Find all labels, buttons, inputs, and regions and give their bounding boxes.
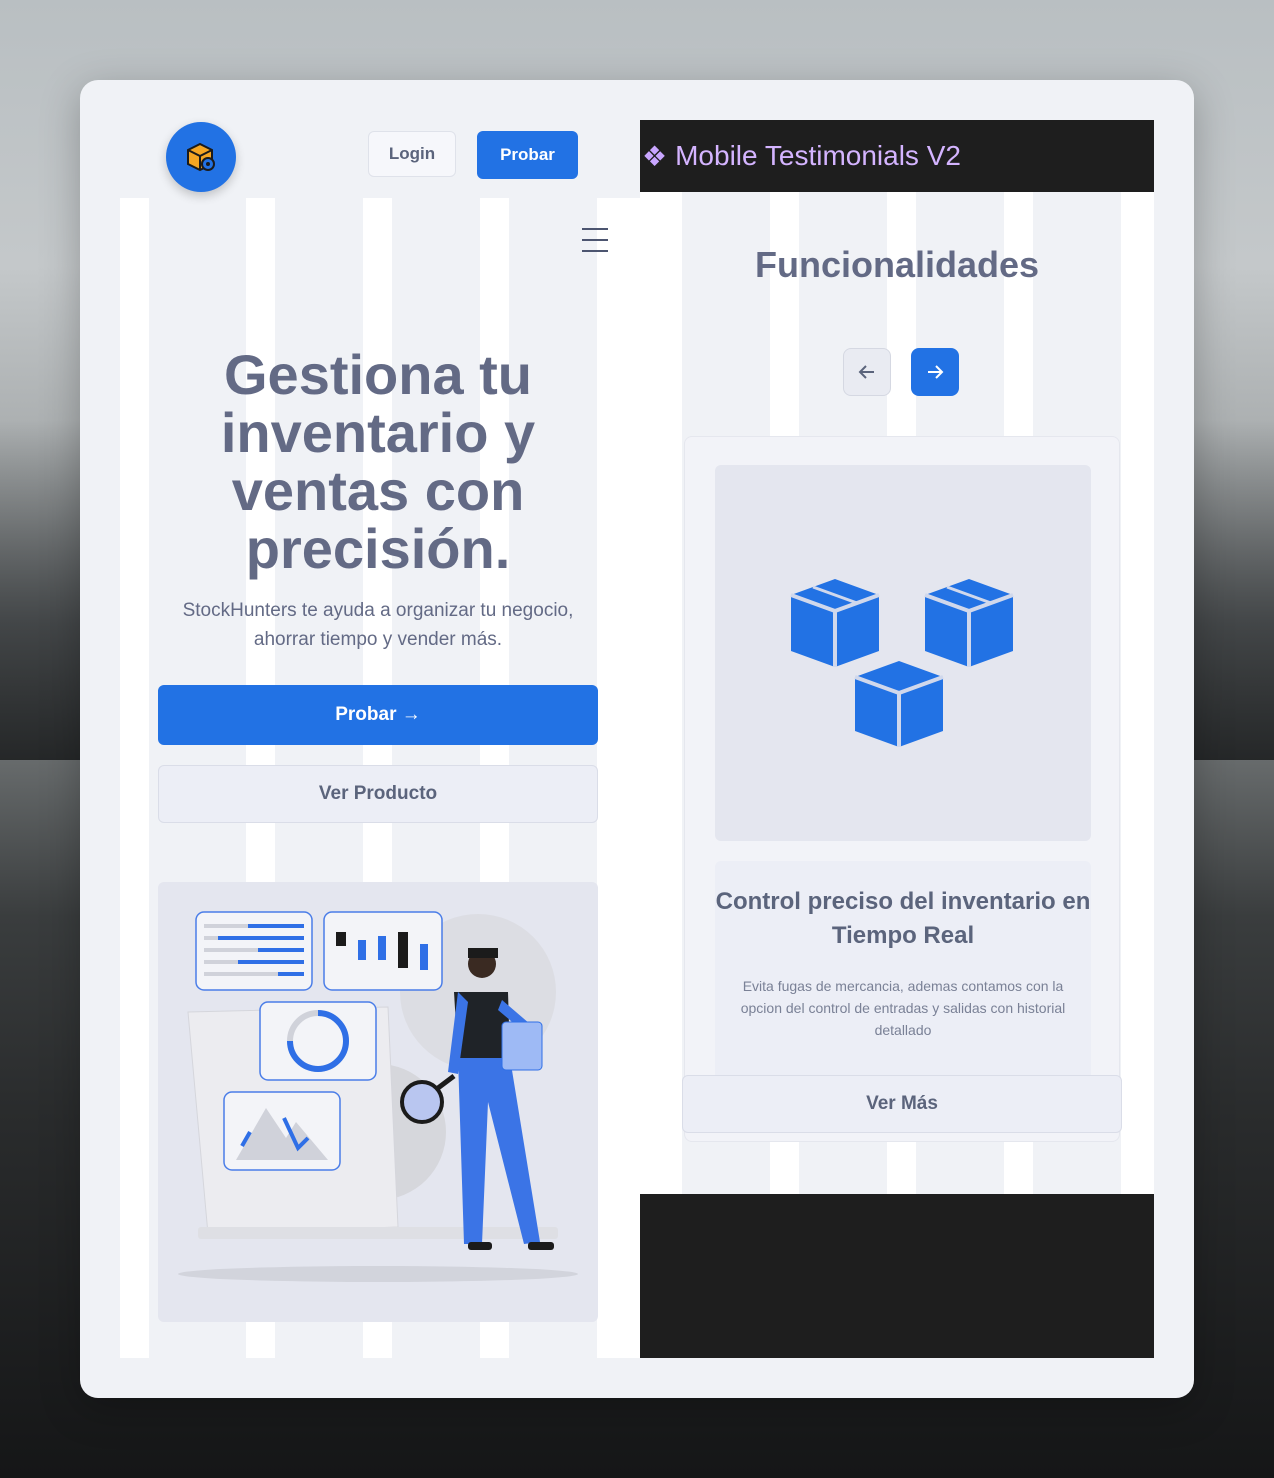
probar-top-button[interactable]: Probar <box>477 131 578 179</box>
hero-illustration <box>158 882 598 1322</box>
arrow-right-icon <box>928 365 944 379</box>
box-gear-icon <box>187 142 215 172</box>
frame-title: Mobile Testimonials V2 <box>675 140 961 171</box>
arrow-left-icon <box>858 365 874 379</box>
preview-card: Login Probar Gestiona tu inventario y ve… <box>80 80 1194 1398</box>
hero-subtitle: StockHunters te ayuda a organizar tu neg… <box>182 600 574 650</box>
feature-description: Evita fugas de mercancia, ademas contamo… <box>740 978 1066 1038</box>
boxes-icon <box>790 579 1014 747</box>
feature-title: Control preciso del inventario en Tiempo… <box>715 888 1091 949</box>
login-button[interactable]: Login <box>368 131 456 177</box>
ver-mas-button[interactable]: Ver Más <box>682 1075 1122 1133</box>
hamburger-menu-icon[interactable] <box>582 228 608 254</box>
frame-header: ❖ Mobile Testimonials V2 <box>640 120 1154 192</box>
component-diamond-icon: ❖ <box>642 140 668 172</box>
right-frame: Funcionalidades Control preciso del inve… <box>640 192 1154 1194</box>
feature-image <box>715 465 1091 841</box>
top-nav: Login Probar <box>120 120 640 198</box>
next-button[interactable] <box>911 348 959 396</box>
logo[interactable] <box>166 122 236 192</box>
ver-producto-button[interactable]: Ver Producto <box>158 765 598 823</box>
probar-main-button[interactable]: Probar → <box>158 685 598 745</box>
feature-text: Control preciso del inventario en Tiempo… <box>715 861 1091 1081</box>
prev-button[interactable] <box>843 348 891 396</box>
analytics-illustration <box>178 911 578 1282</box>
feature-card: Control preciso del inventario en Tiempo… <box>682 436 1122 1142</box>
hero-title: Gestiona tu inventario y ventas con prec… <box>220 343 536 580</box>
section-title: Funcionalidades <box>754 244 1040 285</box>
left-frame: Login Probar Gestiona tu inventario y ve… <box>120 120 640 1358</box>
frame-footer <box>640 1194 1154 1358</box>
